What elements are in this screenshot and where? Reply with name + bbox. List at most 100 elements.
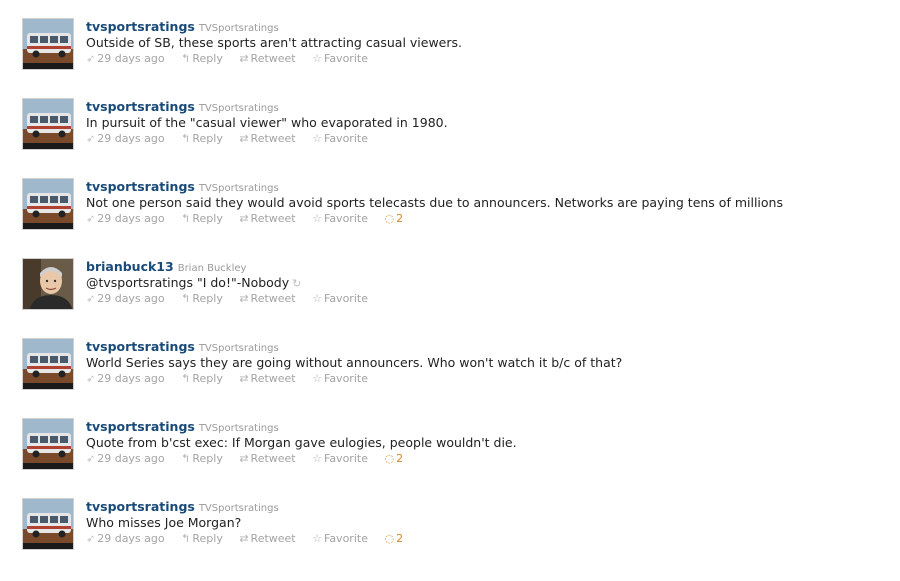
tweet-text: Quote from b'cst exec: If Morgan gave eu… <box>86 435 517 450</box>
screen-name[interactable]: tvsportsratings <box>86 419 195 434</box>
reply-button[interactable]: ↰ Reply <box>181 451 223 467</box>
screen-name[interactable]: brianbuck13 <box>86 259 174 274</box>
retweet-label: Retweet <box>250 372 296 385</box>
reply-count[interactable]: ◌ 2 <box>384 451 403 467</box>
reply-count-value: 2 <box>396 212 404 225</box>
retweet-button[interactable]: ⇄ Retweet <box>239 51 295 67</box>
reply-label: Reply <box>192 132 223 145</box>
retweet-icon: ⇄ <box>239 372 249 385</box>
star-icon: ☆ <box>312 52 322 65</box>
reply-count[interactable]: ◌ 2 <box>384 531 403 547</box>
screen-name[interactable]: tvsportsratings <box>86 179 195 194</box>
star-icon: ☆ <box>312 292 322 305</box>
screen-name[interactable]: tvsportsratings <box>86 499 195 514</box>
retweet-button[interactable]: ⇄ Retweet <box>239 291 295 307</box>
retweet-button[interactable]: ⇄ Retweet <box>239 211 295 227</box>
retweet-label: Retweet <box>250 452 296 465</box>
timestamp-link[interactable]: 29 days ago <box>97 211 164 227</box>
reply-label: Reply <box>192 52 223 65</box>
retweet-button[interactable]: ⇄ Retweet <box>239 451 295 467</box>
reply-label: Reply <box>192 372 223 385</box>
reply-button[interactable]: ↰ Reply <box>181 211 223 227</box>
reply-button[interactable]: ↰ Reply <box>181 371 223 387</box>
favorite-button[interactable]: ☆ Favorite <box>312 211 368 227</box>
bus-icon[interactable] <box>22 98 74 150</box>
reply-count[interactable]: ◌ 2 <box>384 211 403 227</box>
reply-button[interactable]: ↰ Reply <box>181 51 223 67</box>
timestamp-link[interactable]: 29 days ago <box>97 531 164 547</box>
person-photo-icon[interactable] <box>22 258 74 310</box>
tweet-text-content: @tvsportsratings "I do!"-Nobody <box>86 275 290 290</box>
favorite-button[interactable]: ☆ Favorite <box>312 451 368 467</box>
timestamp-link[interactable]: 29 days ago <box>97 131 164 147</box>
tweet-text: Not one person said they would avoid spo… <box>86 195 783 210</box>
favorite-label: Favorite <box>324 132 368 145</box>
screen-name[interactable]: tvsportsratings <box>86 99 195 114</box>
timestamp-link[interactable]: 29 days ago <box>97 451 164 467</box>
reply-label: Reply <box>192 532 223 545</box>
tweet-item: tvsportsratings TVSportsratings Who misse… <box>0 498 900 578</box>
favorite-button[interactable]: ☆ Favorite <box>312 531 368 547</box>
tweet-item: brianbuck13 Brian Buckley @tvsportsrating… <box>0 258 900 338</box>
bird-icon: ➶ <box>86 372 96 385</box>
favorite-button[interactable]: ☆ Favorite <box>312 291 368 307</box>
retweet-button[interactable]: ⇄ Retweet <box>239 371 295 387</box>
reply-count-value: 2 <box>396 532 404 545</box>
speech-bubble-icon: ◌ <box>384 452 395 465</box>
favorite-button[interactable]: ☆ Favorite <box>312 371 368 387</box>
tweet-actions: ➶ 29 days ago ↰ Reply ⇄ Retweet ☆ Favorite <box>86 371 890 387</box>
favorite-label: Favorite <box>324 452 368 465</box>
screen-name[interactable]: tvsportsratings <box>86 339 195 354</box>
tweet-actions: ➶ 29 days ago ↰ Reply ⇄ Retweet ☆ Favorite <box>86 51 890 67</box>
tweet-feed: tvsportsratings TVSportsratings Outside o… <box>0 0 900 581</box>
retweet-label: Retweet <box>250 212 296 225</box>
reply-button[interactable]: ↰ Reply <box>181 131 223 147</box>
favorite-label: Favorite <box>324 212 368 225</box>
tweet-text: World Series says they are going without… <box>86 355 623 370</box>
reply-icon: ↰ <box>181 212 191 225</box>
star-icon: ☆ <box>312 452 322 465</box>
reply-button[interactable]: ↰ Reply <box>181 291 223 307</box>
bird-icon: ➶ <box>86 292 96 305</box>
screen-name[interactable]: tvsportsratings <box>86 19 195 34</box>
tweet-item: tvsportsratings TVSportsratings Not one p… <box>0 178 900 258</box>
bird-icon: ➶ <box>86 532 96 545</box>
full-name: TVSportsratings <box>198 23 279 34</box>
star-icon: ☆ <box>312 212 322 225</box>
retweet-icon: ⇄ <box>239 292 249 305</box>
reply-icon: ↰ <box>181 52 191 65</box>
retweet-button[interactable]: ⇄ Retweet <box>239 131 295 147</box>
timestamp-link[interactable]: 29 days ago <box>97 371 164 387</box>
bus-icon[interactable] <box>22 418 74 470</box>
favorite-label: Favorite <box>324 52 368 65</box>
tweet-text: Who misses Joe Morgan? <box>86 515 242 530</box>
retweet-label: Retweet <box>250 532 296 545</box>
full-name: TVSportsratings <box>198 423 279 434</box>
favorite-label: Favorite <box>324 532 368 545</box>
bird-icon: ➶ <box>86 452 96 465</box>
star-icon: ☆ <box>312 372 322 385</box>
bus-icon[interactable] <box>22 18 74 70</box>
tweet-actions: ➶ 29 days ago ↰ Reply ⇄ Retweet ☆ Favorite ◌… <box>86 531 890 547</box>
tweet-actions: ➶ 29 days ago ↰ Reply ⇄ Retweet ☆ Favorite ◌… <box>86 211 890 227</box>
reply-icon: ↰ <box>181 292 191 305</box>
retweet-label: Retweet <box>250 52 296 65</box>
bus-icon[interactable] <box>22 178 74 230</box>
tweet-item: tvsportsratings TVSportsratings In pursui… <box>0 98 900 178</box>
retweet-button[interactable]: ⇄ Retweet <box>239 531 295 547</box>
full-name: TVSportsratings <box>198 503 279 514</box>
tweet-actions: ➶ 29 days ago ↰ Reply ⇄ Retweet ☆ Favorite <box>86 131 890 147</box>
reply-count-value: 2 <box>396 452 404 465</box>
favorite-button[interactable]: ☆ Favorite <box>312 131 368 147</box>
retweet-icon: ⇄ <box>239 452 249 465</box>
bus-icon[interactable] <box>22 498 74 550</box>
favorite-button[interactable]: ☆ Favorite <box>312 51 368 67</box>
bus-icon[interactable] <box>22 338 74 390</box>
favorite-label: Favorite <box>324 292 368 305</box>
timestamp-link[interactable]: 29 days ago <box>97 51 164 67</box>
retweet-icon: ⇄ <box>239 132 249 145</box>
reply-button[interactable]: ↰ Reply <box>181 531 223 547</box>
timestamp-link[interactable]: 29 days ago <box>97 291 164 307</box>
reply-icon: ↰ <box>181 452 191 465</box>
retweet-icon: ⇄ <box>239 52 249 65</box>
